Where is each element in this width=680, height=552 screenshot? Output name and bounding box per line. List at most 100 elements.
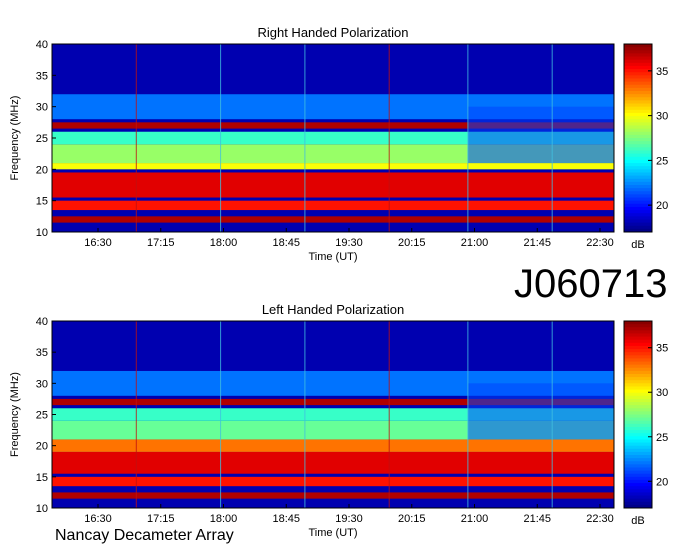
colorbar-cell [624,405,652,409]
colorbar-cell [624,163,652,167]
x-axis-label: Time (UT) [308,251,357,263]
colorbar-cell [624,420,652,425]
colorbar-cell [624,342,652,347]
colorbar-cell [624,395,652,400]
colorbar-cell [624,106,652,111]
colorbar-cell [624,411,652,415]
colorbar-cell [624,188,652,192]
panel-title: Left Handed Polarization [262,302,404,317]
colorbar-cell [624,492,652,497]
x-tick-label: 19:30 [335,513,363,525]
colorbar-cell [624,181,652,186]
colorbar-cell [624,349,652,353]
colorbar-cell [624,495,652,500]
x-tick-label: 20:15 [398,237,426,249]
colorbar-cell [624,436,652,440]
colorbar-cell [624,56,652,61]
colorbar-cell [624,87,652,92]
colorbar-cell [624,125,652,130]
y-tick-label: 15 [36,196,48,208]
colorbar-cell [624,65,652,70]
colorbar-tick-label: 35 [656,66,668,78]
x-tick-label: 18:45 [272,237,300,249]
panel-left-polarization: Left Handed Polarization 10 15 20 25 30 35 40 Fr… [9,302,668,539]
colorbar-cell [624,361,652,366]
colorbar-cell [624,352,652,356]
colorbar-unit-label: dB [631,515,644,527]
colorbar-unit-label: dB [631,239,644,251]
colorbar-tick-label: 20 [656,476,668,488]
y-tick-label: 20 [36,164,48,176]
colorbar-cell [624,144,652,148]
colorbar-cell [624,380,652,384]
colorbar-tick-label: 25 [656,155,668,167]
y-tick-label: 10 [36,503,48,515]
colorbar-cell [624,414,652,419]
colorbar-cell [624,97,652,101]
colorbar-cell [624,467,652,472]
colorbar-cell [624,501,652,506]
colorbar-cell [624,479,652,484]
colorbar-cell [624,141,652,145]
colorbar-cell [624,138,652,142]
colorbar-cell [624,131,652,136]
panel-right-polarization: Right Handed Polarization 10 15 20 25 30 35 40 F… [9,25,668,263]
colorbar-cell [624,222,652,227]
colorbar-cell [624,321,652,325]
colorbar-cell [624,150,652,155]
colorbar-cell [624,383,652,387]
colorbar-cell [624,417,652,422]
colorbar-cell [624,94,652,98]
colorbar-cell [624,119,652,123]
colorbar-cell [624,476,652,481]
colorbar-cell [624,59,652,64]
colorbar-cell [624,203,652,208]
y-tick-label: 35 [36,347,48,359]
colorbar-cell [624,213,652,217]
colorbar-cell [624,44,652,48]
colorbar-cell [624,498,652,503]
instrument-label: Nancay Decameter Array [55,527,234,544]
x-tick-label: 16:30 [84,513,112,525]
colorbar-cell [624,169,652,173]
colorbar-cell [624,225,652,230]
colorbar-cell [624,84,652,89]
x-tick-label: 21:45 [523,237,551,249]
y-axis-label: Frequency (MHz) [9,372,21,457]
colorbar-cell [624,47,652,51]
x-axis-label: Time (UT) [308,527,357,539]
y-axis-label: Frequency (MHz) [9,96,21,181]
colorbar-cell [624,53,652,58]
colorbar-cell [624,367,652,372]
colorbar-cell [624,100,652,105]
colorbar-cell [624,489,652,493]
colorbar-cell [624,50,652,54]
colorbar-cell [624,194,652,199]
y-tick-label: 20 [36,441,48,453]
x-tick-label: 19:30 [335,237,363,249]
colorbar-cell [624,445,652,450]
colorbar-cell [624,448,652,453]
colorbar-cell [624,72,652,76]
colorbar-cell [624,464,652,468]
x-tick-label: 21:00 [461,513,489,525]
colorbar-cell [624,473,652,478]
colorbar-cell [624,206,652,211]
panel-title: Right Handed Polarization [257,25,408,40]
colorbar-cell [624,398,652,403]
colorbar-cell [624,166,652,170]
colorbar-cell [624,333,652,338]
colorbar-cell [624,358,652,363]
colorbar-cell [624,112,652,117]
colorbar-cell [624,75,652,79]
x-tick-label: 17:15 [147,237,175,249]
colorbar-cell [624,219,652,224]
colorbar-cell [624,458,652,462]
colorbar-cell [624,327,652,331]
colorbar-cell [624,81,652,86]
colorbar-cell [624,191,652,195]
y-tick-label: 30 [36,378,48,390]
x-tick-label: 16:30 [84,237,112,249]
colorbar-cell [624,78,652,83]
colorbar-cell [624,178,652,183]
